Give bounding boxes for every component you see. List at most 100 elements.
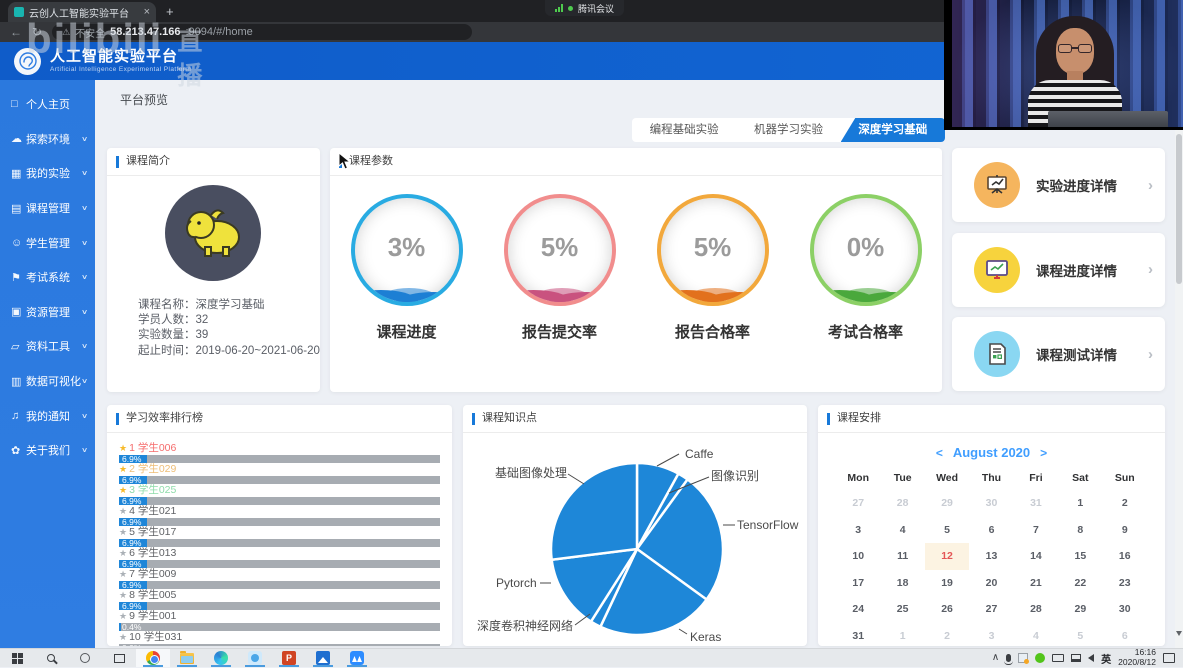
calendar-day[interactable]: 2 — [1103, 490, 1147, 517]
detail-card-course-test[interactable]: 课程测试详情› — [952, 317, 1165, 391]
calendar-day[interactable]: 26 — [925, 596, 969, 623]
calendar-day[interactable]: 20 — [969, 570, 1013, 597]
calendar-day[interactable]: 21 — [1014, 570, 1058, 597]
calendar-day[interactable]: 22 — [1058, 570, 1102, 597]
calendar-day[interactable]: 3 — [969, 623, 1013, 647]
calendar-day[interactable]: 3 — [836, 517, 880, 544]
taskbar-app-edge[interactable] — [204, 649, 238, 667]
calendar-day[interactable]: 27 — [969, 596, 1013, 623]
calendar-day[interactable]: 28 — [880, 490, 924, 517]
calendar-day[interactable]: 31 — [836, 623, 880, 647]
task-view-button[interactable] — [102, 649, 136, 667]
address-bar[interactable]: ⚠ 不安全 58.213.47.166 :9094/#/home — [52, 24, 472, 40]
taskbar-app-voov-meeting[interactable] — [340, 649, 374, 667]
sidebar-item-student-mgmt[interactable]: ☺学生管理∨ — [0, 225, 95, 260]
keyboard-icon[interactable] — [1052, 654, 1064, 662]
calendar-day[interactable]: 25 — [880, 596, 924, 623]
search-button[interactable] — [34, 649, 68, 667]
calendar-day[interactable]: 9 — [1103, 517, 1147, 544]
taskbar-app-powerpoint[interactable]: P — [272, 649, 306, 667]
scrollbar-down-icon[interactable] — [1176, 631, 1182, 636]
calendar-day[interactable]: 7 — [1014, 517, 1058, 544]
meeting-indicator[interactable]: 腾讯会议 — [545, 0, 624, 16]
efficiency-value: 6.9% — [122, 602, 141, 610]
efficiency-bar: 6.9% — [119, 497, 440, 505]
calendar-day[interactable]: 2 — [925, 623, 969, 647]
platform-logo-icon — [14, 48, 41, 75]
taskbar-app-file-explorer[interactable] — [170, 649, 204, 667]
calendar-next-button[interactable]: > — [1040, 446, 1047, 460]
sidebar-item-my-experiments[interactable]: ▦我的实验∨ — [0, 156, 95, 191]
calendar-day[interactable]: 31 — [1014, 490, 1058, 517]
calendar-day[interactable]: 30 — [1103, 596, 1147, 623]
calendar-day[interactable]: 17 — [836, 570, 880, 597]
sidebar-item-course-mgmt[interactable]: ▤课程管理∨ — [0, 191, 95, 226]
calendar-day[interactable]: 6 — [969, 517, 1013, 544]
hidden-icons-chevron-icon[interactable]: ∧ — [992, 653, 999, 663]
tab-close-icon[interactable]: × — [144, 6, 150, 18]
calendar-day[interactable]: 15 — [1058, 543, 1102, 570]
reload-icon[interactable]: ↻ — [32, 26, 42, 38]
detail-card-course-progress[interactable]: 课程进度详情› — [952, 233, 1165, 307]
sidebar-item-about-us[interactable]: ✿关于我们∨ — [0, 433, 95, 468]
student-name: 学生006 — [138, 442, 177, 454]
calendar-day[interactable]: 29 — [925, 490, 969, 517]
calendar-day[interactable]: 14 — [1014, 543, 1058, 570]
calendar-day-today[interactable]: 12 — [925, 543, 969, 570]
sidebar-item-data-tools[interactable]: ▱资料工具∨ — [0, 329, 95, 364]
calendar-day[interactable]: 13 — [969, 543, 1013, 570]
scrollbar-thumb[interactable] — [1176, 134, 1182, 284]
cortana-button[interactable] — [68, 649, 102, 667]
calendar-day[interactable]: 4 — [1014, 623, 1058, 647]
calendar-day[interactable]: 24 — [836, 596, 880, 623]
page-scrollbar[interactable] — [1175, 42, 1183, 648]
calendar-day[interactable]: 23 — [1103, 570, 1147, 597]
volume-icon[interactable] — [1088, 654, 1094, 662]
sidebar-item-home[interactable]: □个人主页 — [0, 87, 95, 122]
sidebar-item-explore-env[interactable]: ☁探索环境∨ — [0, 122, 95, 157]
sidebar-item-exam-system[interactable]: ⚑考试系统∨ — [0, 260, 95, 295]
taskbar-app-photos[interactable] — [306, 649, 340, 667]
new-tab-button[interactable]: + — [166, 4, 174, 19]
sidebar-item-resource-mgmt[interactable]: ▣资源管理∨ — [0, 295, 95, 330]
browser-tab[interactable]: 云创人工智能实验平台 × — [8, 2, 156, 22]
calendar-prev-button[interactable]: < — [936, 446, 943, 460]
back-icon[interactable]: ← — [10, 26, 22, 38]
taskbar-clock[interactable]: 16:16 2020/8/12 — [1118, 648, 1156, 668]
ime-indicator[interactable]: 英 — [1101, 651, 1111, 666]
calendar-day[interactable]: 28 — [1014, 596, 1058, 623]
calendar-day[interactable]: 29 — [1058, 596, 1102, 623]
taskbar-app-qq[interactable] — [238, 649, 272, 667]
calendar-day[interactable]: 5 — [925, 517, 969, 544]
windows-logo-icon — [12, 653, 23, 664]
notification-center-icon[interactable] — [1163, 653, 1175, 663]
calendar-day[interactable]: 18 — [880, 570, 924, 597]
tray-app-icon[interactable] — [1018, 653, 1028, 663]
calendar-day[interactable]: 30 — [969, 490, 1013, 517]
calendar-day[interactable]: 10 — [836, 543, 880, 570]
ranking-row: ★3 学生0256.9% — [119, 485, 440, 505]
taskbar-app-chrome[interactable] — [136, 649, 170, 667]
tab-deep-learning[interactable]: 深度学习基础 — [841, 118, 945, 142]
start-button[interactable] — [0, 649, 34, 667]
calendar-day[interactable]: 5 — [1058, 623, 1102, 647]
gauge-wave — [685, 288, 745, 306]
calendar-day[interactable]: 19 — [925, 570, 969, 597]
tab-machine-learning[interactable]: 机器学习实验 — [736, 118, 840, 142]
tab-programming-basics[interactable]: 编程基础实验 — [632, 118, 736, 142]
calendar-day[interactable]: 16 — [1103, 543, 1147, 570]
panel-header: 课程知识点 — [463, 405, 807, 433]
sidebar-item-data-viz[interactable]: ▥数据可视化∨ — [0, 364, 95, 399]
calendar-day[interactable]: 4 — [880, 517, 924, 544]
network-icon[interactable] — [1071, 654, 1081, 662]
wechat-icon[interactable] — [1035, 653, 1045, 663]
calendar-day[interactable]: 11 — [880, 543, 924, 570]
detail-card-experiment-progress[interactable]: 实验进度详情› — [952, 148, 1165, 222]
sidebar-item-my-notices[interactable]: ♫我的通知∨ — [0, 398, 95, 433]
calendar-day[interactable]: 1 — [880, 623, 924, 647]
calendar-day[interactable]: 1 — [1058, 490, 1102, 517]
calendar-day[interactable]: 27 — [836, 490, 880, 517]
microphone-icon[interactable] — [1006, 654, 1011, 662]
calendar-day[interactable]: 8 — [1058, 517, 1102, 544]
calendar-day[interactable]: 6 — [1103, 623, 1147, 647]
